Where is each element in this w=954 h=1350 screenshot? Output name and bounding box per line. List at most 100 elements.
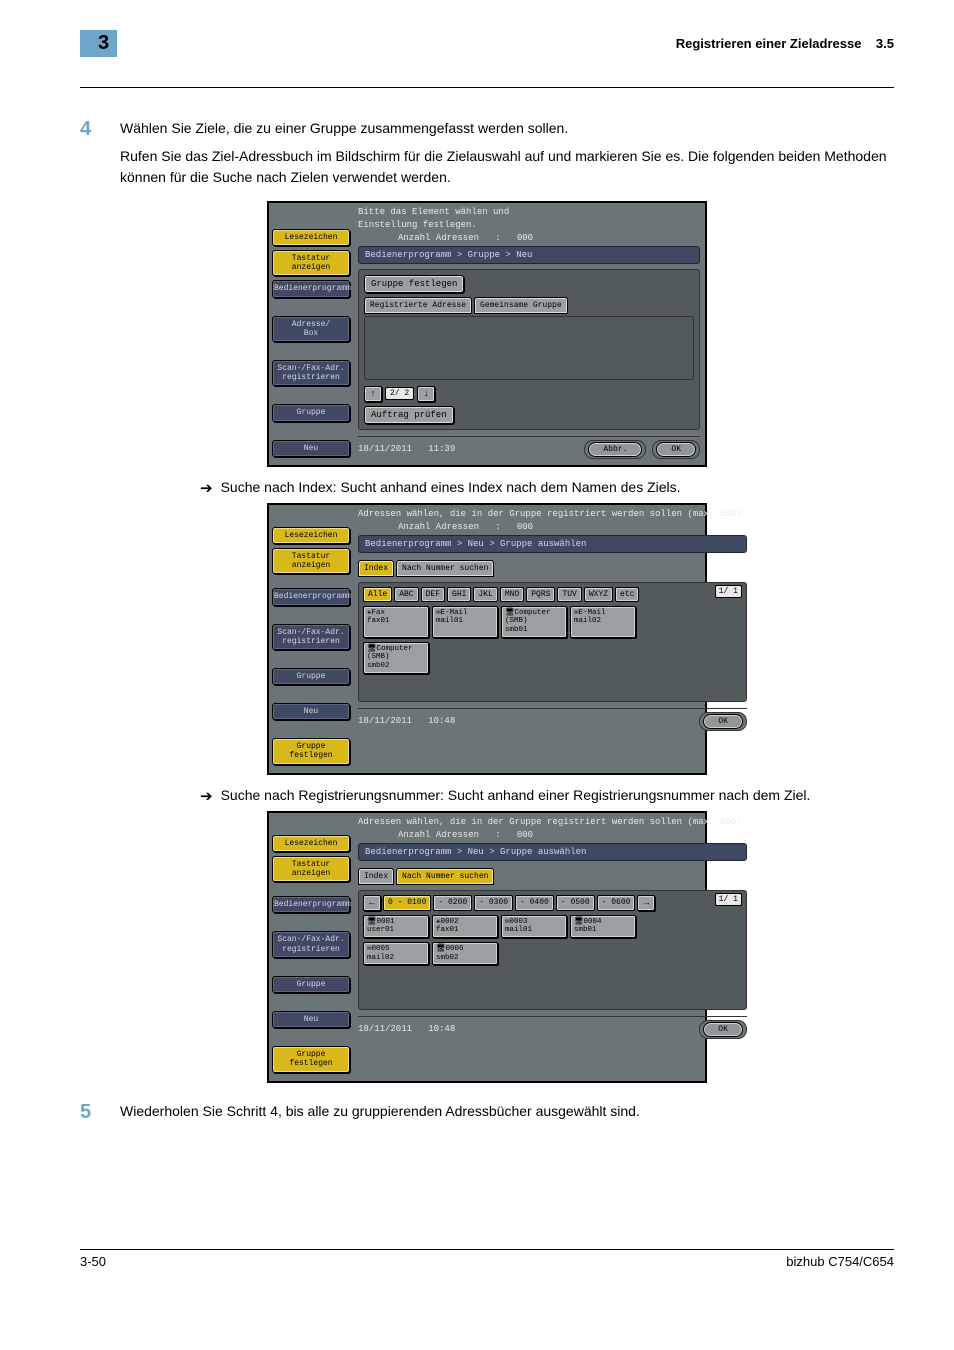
idx-tuv[interactable]: TUV — [557, 587, 581, 602]
step-number-5: 5 — [80, 1101, 120, 1129]
ok-button[interactable]: OK — [656, 442, 696, 457]
idx-mno[interactable]: MNO — [500, 587, 524, 602]
side-down-icon: ↓ — [272, 689, 350, 699]
addr-card[interactable]: ⚹Fax fax01 — [363, 606, 429, 638]
side-tastatur[interactable]: Tastatur anzeigen — [272, 856, 350, 882]
side-down-icon: ↓ — [272, 346, 350, 356]
tab-nach-nummer[interactable]: Nach Nummer suchen — [396, 560, 494, 577]
side-down-icon: ↓ — [272, 997, 350, 1007]
side-tastatur[interactable]: Tastatur anzeigen — [272, 250, 350, 276]
addr-card[interactable]: 🖥0001 user01 — [363, 915, 429, 938]
side-gruppe[interactable]: Gruppe — [272, 668, 350, 685]
index-row: Alle ABC DEF GHI JKL MNO PQRS TUV WXYZ e… — [363, 587, 742, 602]
screenshot-2: Lesezeichen Tastatur anzeigen Bedienerpr… — [267, 503, 707, 775]
tab-registrierte[interactable]: Registrierte Adresse — [364, 297, 472, 314]
range-btn[interactable]: 0 - 0100 — [383, 895, 431, 911]
idx-def[interactable]: DEF — [421, 587, 445, 602]
count-label: Anzahl Adressen : 000 — [358, 522, 747, 532]
side-bedienerprogramm[interactable]: Bedienerprogramm — [272, 280, 350, 297]
page-down-icon[interactable]: ↓ — [417, 386, 435, 402]
screenshot-1: Lesezeichen Tastatur anzeigen Bedienerpr… — [267, 201, 707, 467]
page-indicator: 1/ 1 — [715, 893, 742, 906]
side-lesezeichen[interactable]: Lesezeichen — [272, 527, 350, 544]
step4-text2: Rufen Sie das Ziel-Adressbuch im Bildsch… — [120, 146, 894, 187]
breadcrumb: Bedienerprogramm > Gruppe > Neu — [358, 246, 700, 264]
page-number-left: 3-50 — [80, 1254, 106, 1269]
range-prev-icon[interactable]: ← — [363, 895, 381, 911]
addr-card[interactable]: 🖥0004 smb01 — [570, 915, 636, 938]
tab-index[interactable]: Index — [358, 560, 394, 577]
breadcrumb: Bedienerprogramm > Neu > Gruppe auswähle… — [358, 843, 747, 861]
range-btn[interactable]: - 0500 — [556, 895, 595, 911]
side-lesezeichen[interactable]: Lesezeichen — [272, 229, 350, 246]
side-down-icon: ↓ — [272, 724, 350, 734]
side-gruppe[interactable]: Gruppe — [272, 976, 350, 993]
side-down-icon: ↓ — [272, 426, 350, 436]
side-neu[interactable]: Neu — [272, 440, 350, 457]
range-next-icon[interactable]: → — [637, 895, 655, 911]
addr-card[interactable]: ⚹0002 fax01 — [432, 915, 498, 938]
addr-card[interactable]: ✉0005 mail02 — [363, 942, 429, 965]
side-scan-fax[interactable]: Scan-/Fax-Adr. registrieren — [272, 931, 350, 957]
datetime: 18/11/2011 10:48 — [358, 716, 693, 726]
side-scan-fax[interactable]: Scan-/Fax-Adr. registrieren — [272, 624, 350, 650]
idx-jkl[interactable]: JKL — [473, 587, 497, 602]
abbr-button[interactable]: Abbr. — [588, 442, 642, 457]
side-down-icon: ↓ — [272, 654, 350, 664]
chapter-chip: 3 — [80, 30, 117, 57]
page-indicator: 1/ 1 — [715, 585, 742, 598]
side-neu[interactable]: Neu — [272, 1011, 350, 1028]
breadcrumb: Bedienerprogramm > Neu > Gruppe auswähle… — [358, 535, 747, 553]
tab-gemeinsame[interactable]: Gemeinsame Gruppe — [474, 297, 568, 314]
idx-etc[interactable]: etc — [615, 587, 639, 602]
idx-abc[interactable]: ABC — [394, 587, 418, 602]
idx-pqrs[interactable]: PQRS — [526, 587, 555, 602]
step4-text1: Wählen Sie Ziele, die zu einer Gruppe zu… — [120, 118, 894, 138]
idx-ghi[interactable]: GHI — [447, 587, 471, 602]
side-down-icon: ↓ — [272, 962, 350, 972]
header-right: Registrieren einer Zieladresse 3.5 — [676, 36, 894, 51]
tab-index[interactable]: Index — [358, 868, 394, 885]
msg-line: Adressen wählen, die in der Gruppe regis… — [358, 509, 747, 519]
side-neu[interactable]: Neu — [272, 703, 350, 720]
side-adresse-box[interactable]: Adresse/ Box — [272, 316, 350, 342]
side-down-icon: ↓ — [272, 610, 350, 620]
side-bedienerprogramm[interactable]: Bedienerprogramm — [272, 588, 350, 605]
side-scan-fax[interactable]: Scan-/Fax-Adr. registrieren — [272, 360, 350, 386]
side-gruppe[interactable]: Gruppe — [272, 404, 350, 421]
datetime: 18/11/2011 10:48 — [358, 1024, 693, 1034]
side-down-icon: ↓ — [272, 1032, 350, 1042]
range-btn[interactable]: - 0300 — [474, 895, 513, 911]
ok-button[interactable]: OK — [703, 1022, 743, 1037]
arrow-icon: ➔ — [200, 787, 213, 805]
auftrag-pruefen-button[interactable]: Auftrag prüfen — [364, 406, 454, 424]
range-btn[interactable]: - 0200 — [433, 895, 472, 911]
msg-line2: Einstellung festlegen. — [358, 220, 700, 230]
side-gruppe-festlegen[interactable]: Gruppe festlegen — [272, 738, 350, 764]
side-bedienerprogramm[interactable]: Bedienerprogramm — [272, 896, 350, 913]
ok-button[interactable]: OK — [703, 714, 743, 729]
side-lesezeichen[interactable]: Lesezeichen — [272, 835, 350, 852]
side-down-icon: ↓ — [272, 390, 350, 400]
addr-card[interactable]: 🖥0006 smb02 — [432, 942, 498, 965]
idx-wxyz[interactable]: WXYZ — [584, 587, 613, 602]
tab-nach-nummer[interactable]: Nach Nummer suchen — [396, 868, 494, 885]
addr-card[interactable]: ✉E-Mail mail01 — [432, 606, 498, 638]
count-label: Anzahl Adressen : 000 — [358, 233, 700, 243]
side-gruppe-festlegen[interactable]: Gruppe festlegen — [272, 1046, 350, 1072]
addr-card[interactable]: ✉0003 mail01 — [501, 915, 567, 938]
page-up-icon[interactable]: ↑ — [364, 386, 382, 402]
idx-alle[interactable]: Alle — [363, 587, 392, 602]
addr-card[interactable]: 🖥Computer (SMB) smb02 — [363, 642, 429, 674]
side-down-icon: ↓ — [272, 917, 350, 927]
screenshot-3: Lesezeichen Tastatur anzeigen Bedienerpr… — [267, 811, 707, 1083]
range-btn[interactable]: - 0600 — [597, 895, 636, 911]
addr-card[interactable]: ✉E-Mail mail02 — [570, 606, 636, 638]
step5-text: Wiederholen Sie Schritt 4, bis alle zu g… — [120, 1101, 894, 1121]
range-btn[interactable]: - 0400 — [515, 895, 554, 911]
addr-card[interactable]: 🖥Computer (SMB) smb01 — [501, 606, 567, 638]
gruppe-festlegen-button[interactable]: Gruppe festlegen — [364, 275, 464, 293]
side-tastatur[interactable]: Tastatur anzeigen — [272, 548, 350, 574]
count-label: Anzahl Adressen : 000 — [358, 830, 747, 840]
datetime: 18/11/2011 11:39 — [358, 444, 578, 454]
